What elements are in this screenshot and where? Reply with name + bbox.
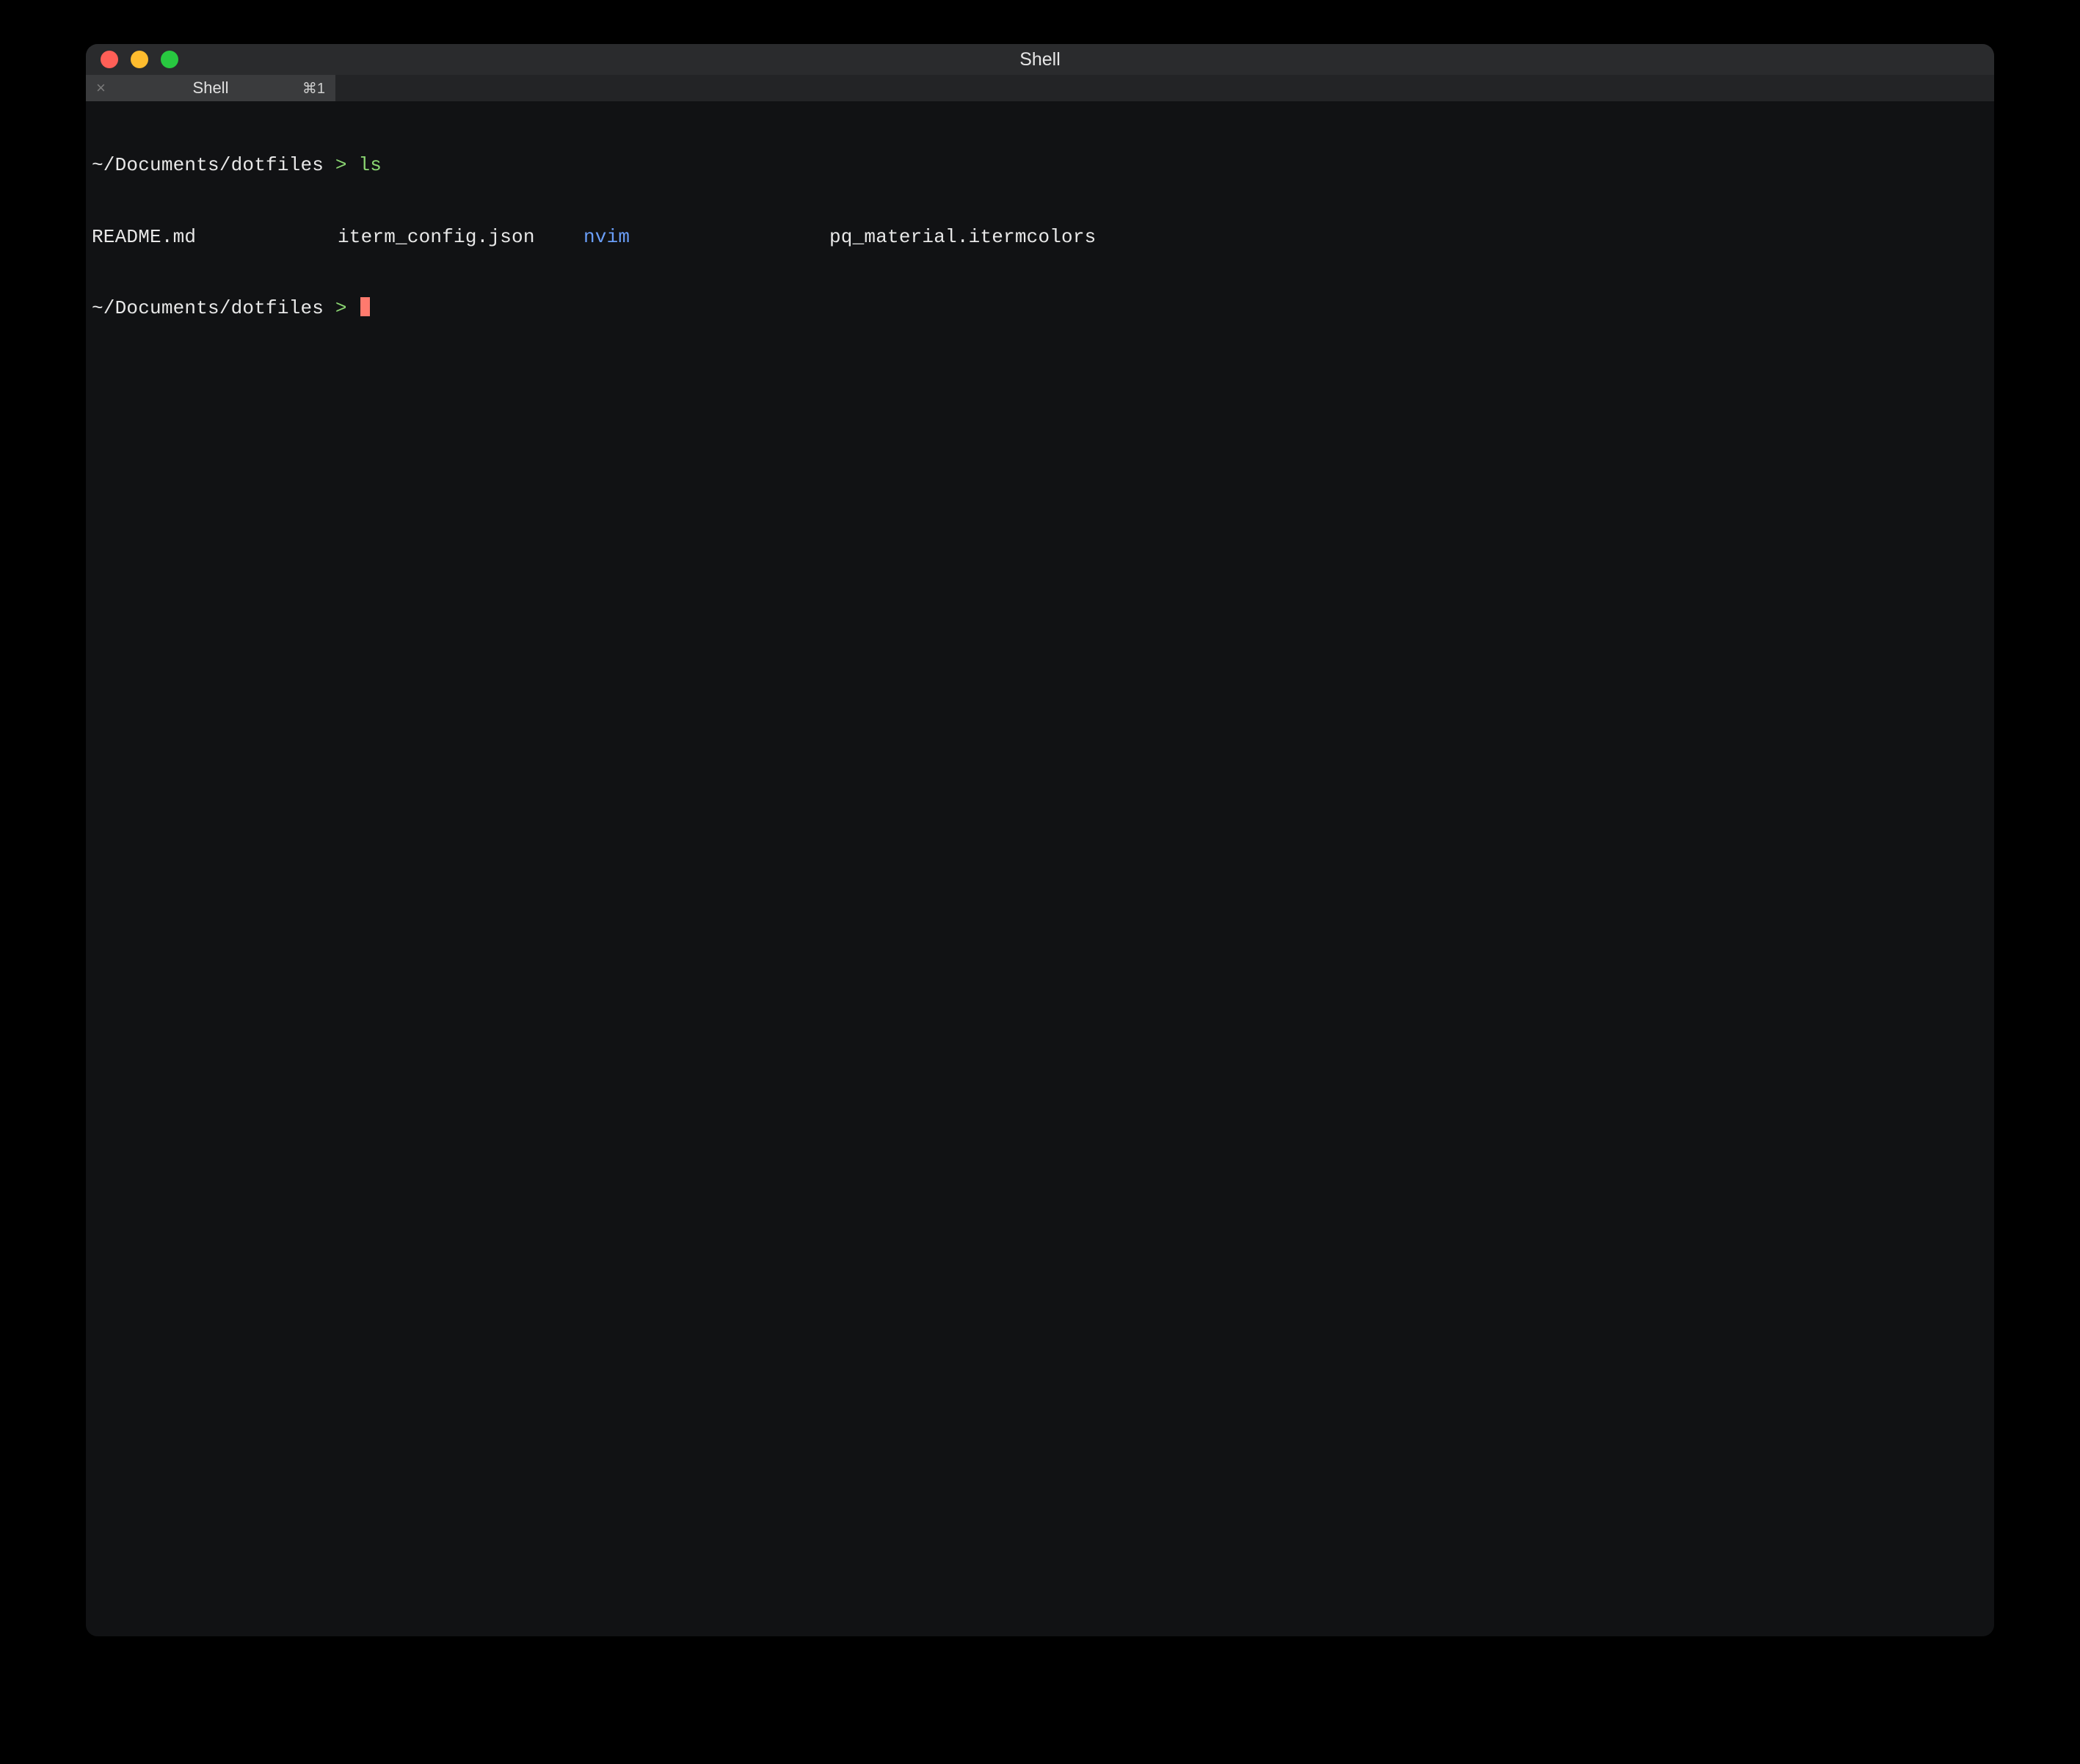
close-window-button[interactable] [101,51,118,68]
ls-entry-file: README.md [92,225,338,249]
ls-output-row: README.md iterm_config.json nvim pq_mate… [92,225,1988,249]
zoom-window-button[interactable] [161,51,178,68]
terminal-line: ~/Documents/dotfiles > ls [92,153,1988,178]
tab-shell[interactable]: × Shell ⌘1 [86,75,335,101]
traffic-lights [86,51,178,68]
prompt-path: ~/Documents/dotfiles [92,297,324,319]
command-text: ls [359,154,382,176]
window-title: Shell [1019,49,1061,70]
prompt-path: ~/Documents/dotfiles [92,154,324,176]
ls-entry-file: iterm_config.json [338,225,583,249]
prompt-symbol: > [335,154,347,176]
titlebar[interactable]: Shell [86,44,1994,75]
ls-entry-file: pq_material.itermcolors [829,225,1988,249]
tab-shortcut: ⌘1 [302,79,325,98]
tab-label: Shell [193,79,229,98]
terminal-viewport[interactable]: ~/Documents/dotfiles > ls README.md iter… [86,101,1994,1636]
terminal-line: ~/Documents/dotfiles > [92,296,1988,321]
cursor-block [360,297,370,316]
minimize-window-button[interactable] [131,51,148,68]
prompt-symbol: > [335,297,347,319]
ls-entry-dir: nvim [583,225,829,249]
tabbar: × Shell ⌘1 [86,75,1994,101]
terminal-window: Shell × Shell ⌘1 ~/Documents/dotfiles > … [86,44,1994,1636]
tab-close-icon[interactable]: × [96,80,112,96]
